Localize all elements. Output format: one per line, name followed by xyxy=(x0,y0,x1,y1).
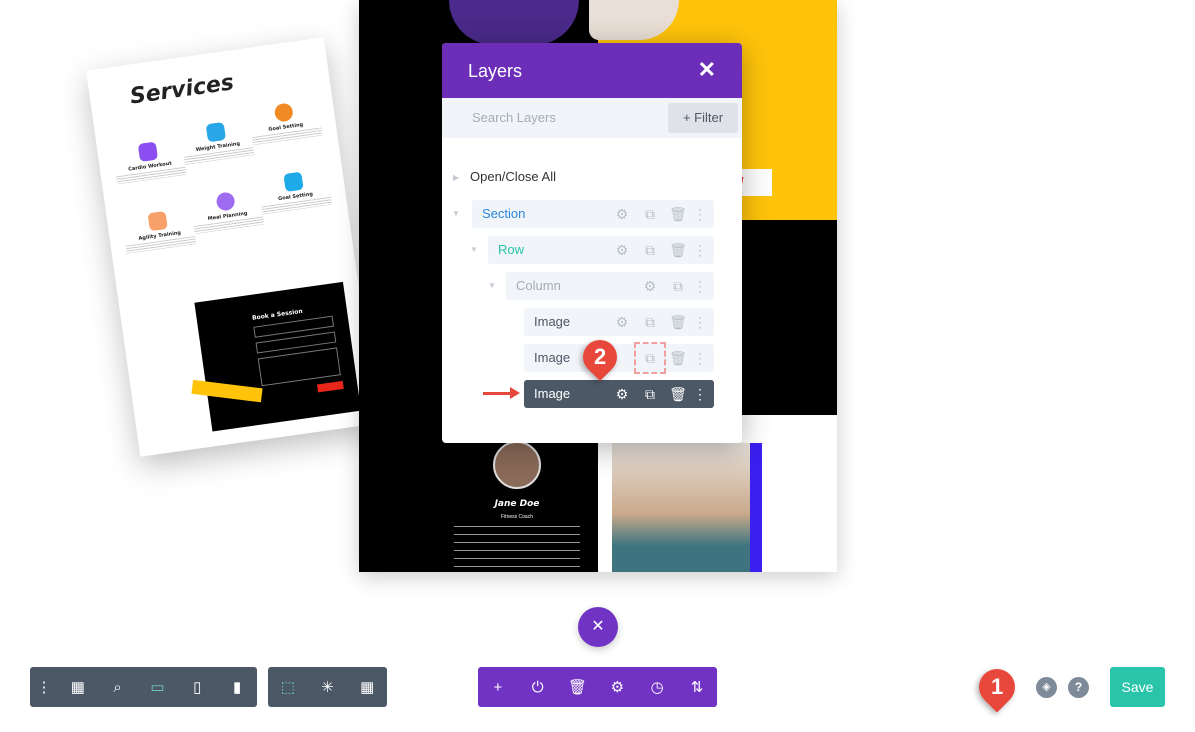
duplicate-icon[interactable]: ⧉ xyxy=(636,200,664,228)
layer-column[interactable]: Column ⚙ ⧉ ⋮ xyxy=(506,272,714,300)
duplicate-icon[interactable]: ⧉ xyxy=(636,308,664,336)
yoga-image xyxy=(612,443,750,572)
duplicate-icon[interactable]: ⧉ xyxy=(664,272,692,300)
settings-icon[interactable]: ⚙ xyxy=(597,678,637,696)
add-icon[interactable]: + xyxy=(478,679,518,696)
close-toolbar-button[interactable]: ✕ xyxy=(578,607,618,647)
more-icon[interactable]: ⋮ xyxy=(692,200,708,228)
tablet-icon[interactable]: ▯ xyxy=(177,678,217,696)
sort-icon[interactable]: ⇅ xyxy=(677,678,717,696)
more-icon[interactable]: ⋮ xyxy=(692,308,708,336)
layer-image[interactable]: Image⚙⧉🗑⋮ xyxy=(524,308,714,336)
delete-icon[interactable]: 🗑 xyxy=(664,380,692,408)
menu-icon[interactable]: ⋮ xyxy=(30,678,58,696)
duplicate-icon[interactable]: ⧉ xyxy=(636,236,664,264)
layer-image[interactable]: Image⚙⧉🗑⋮ xyxy=(524,342,714,374)
search-layers-input[interactable] xyxy=(472,110,652,125)
delete-icon[interactable]: 🗑 xyxy=(664,344,692,372)
profile-role: Fitness Coach xyxy=(501,514,533,520)
avatar xyxy=(493,441,541,489)
layers-header: Layers ✕ xyxy=(442,43,742,98)
settings-icon[interactable]: ⚙ xyxy=(608,200,636,228)
caret-down-icon[interactable]: ▼ xyxy=(488,281,496,290)
booking-form: Book a Session xyxy=(194,281,362,432)
more-icon[interactable]: ⋮ xyxy=(692,272,708,300)
more-icon[interactable]: ⋮ xyxy=(692,236,708,264)
page-toolbar: + ⏻ 🗑 ⚙ ◷ ⇅ xyxy=(478,667,717,707)
mockup-title: Services xyxy=(128,70,236,110)
duplicate-icon[interactable]: ⧉ xyxy=(634,342,666,374)
layer-section[interactable]: Section ⚙ ⧉ 🗑 ⋮ xyxy=(472,200,714,228)
wireframe-icon[interactable]: ⬚ xyxy=(268,678,308,696)
profile-name: Jane Doe xyxy=(494,499,540,509)
expand-icon[interactable]: ▶ xyxy=(453,173,459,182)
portability-icon[interactable]: ⏻ xyxy=(518,679,558,696)
caret-down-icon[interactable]: ▼ xyxy=(452,209,460,218)
service-item: Meal Planning xyxy=(190,188,265,235)
zoom-icon[interactable]: ⌕ xyxy=(98,679,138,696)
settings-icon[interactable]: ⚙ xyxy=(608,308,636,336)
layer-row[interactable]: Row ⚙ ⧉ 🗑 ⋮ xyxy=(488,236,714,264)
service-item: Goal Setting xyxy=(248,99,323,146)
desktop-icon[interactable]: ▭ xyxy=(138,678,178,696)
view-toolbar: ⋮ ▦ ⌕ ▭ ▯ ▮ xyxy=(30,667,257,707)
click-mode-icon[interactable]: ✳ xyxy=(308,678,348,696)
service-item: Agility Training xyxy=(122,207,197,254)
service-item: Goal Setting xyxy=(258,168,333,215)
service-item: Cardio Workout xyxy=(112,138,187,185)
duplicate-icon[interactable]: ⧉ xyxy=(636,380,664,408)
open-close-all[interactable]: Open/Close All xyxy=(470,169,556,184)
close-icon[interactable]: ✕ xyxy=(698,57,716,83)
delete-icon[interactable]: 🗑 xyxy=(664,236,692,264)
service-item: Weight Training xyxy=(180,118,255,165)
layout-icon[interactable]: ▦ xyxy=(58,678,98,696)
save-button[interactable]: Save xyxy=(1110,667,1165,707)
help-icon[interactable]: ? xyxy=(1068,677,1089,698)
layer-image-selected[interactable]: Image ⚙ ⧉ 🗑 ⋮ xyxy=(524,380,714,408)
caret-down-icon[interactable]: ▼ xyxy=(470,245,478,254)
filter-button[interactable]: + Filter xyxy=(668,103,738,133)
grid-icon[interactable]: ▦ xyxy=(347,678,387,696)
delete-icon[interactable]: 🗑 xyxy=(664,308,692,336)
mode-toolbar: ⬚ ✳ ▦ xyxy=(268,667,387,707)
phone-icon[interactable]: ▮ xyxy=(217,678,257,696)
settings-icon[interactable]: ⚙ xyxy=(608,380,636,408)
delete-icon[interactable]: 🗑 xyxy=(664,200,692,228)
layout-mockup-image: Services Cardio Workout Weight Training … xyxy=(86,37,378,457)
settings-icon[interactable]: ⚙ xyxy=(608,236,636,264)
more-icon[interactable]: ⋮ xyxy=(692,380,708,408)
layers-icon[interactable]: ◈ xyxy=(1036,677,1057,698)
layers-title: Layers xyxy=(468,61,523,81)
settings-icon[interactable]: ⚙ xyxy=(636,272,664,300)
trash-icon[interactable]: 🗑 xyxy=(558,678,598,696)
callout-1: 1 xyxy=(971,661,1023,713)
layers-panel: Layers ✕ + Filter ▶ Open/Close All ▼ ▼ ▼… xyxy=(442,43,742,443)
arrow-icon xyxy=(483,392,511,395)
history-icon[interactable]: ◷ xyxy=(637,678,677,696)
more-icon[interactable]: ⋮ xyxy=(692,344,708,372)
